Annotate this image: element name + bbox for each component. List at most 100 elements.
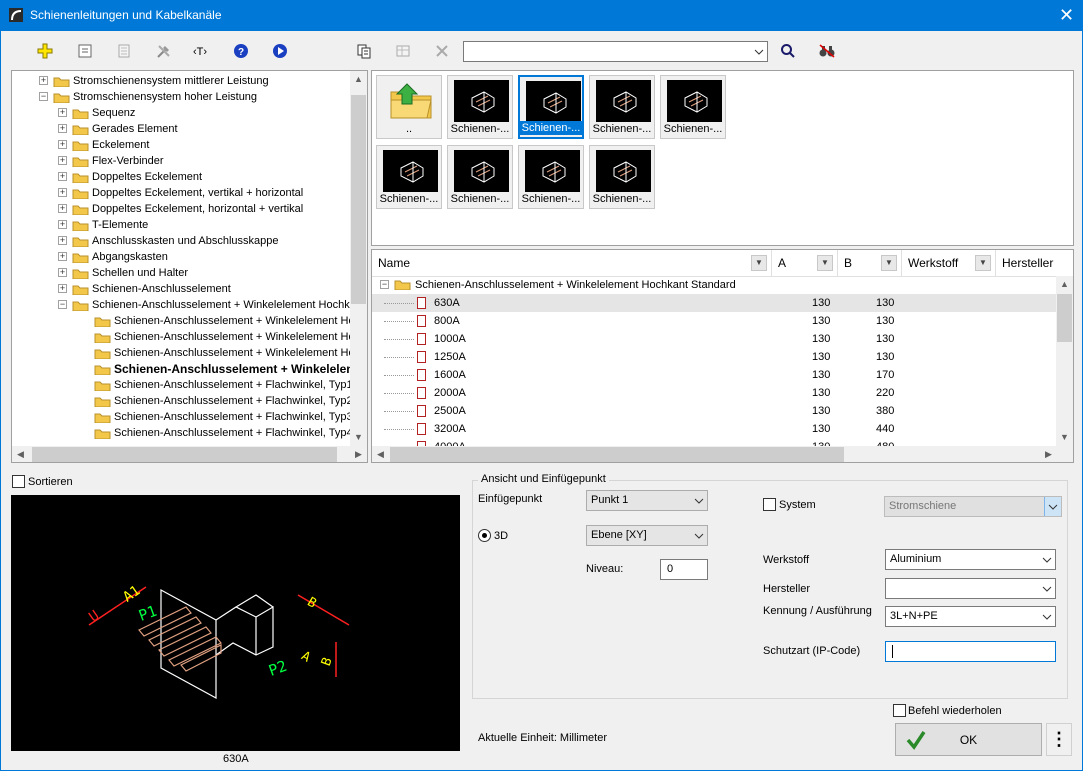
chevron-down-icon[interactable] [690,491,707,510]
chevron-down-icon[interactable] [1038,550,1055,569]
tree-item[interactable]: + Doppeltes Eckelement, vertikal + horizo… [12,185,350,201]
tree-item[interactable]: + Schienen-Anschlusselement [12,281,350,297]
tree-scroll-thumb[interactable] [351,95,366,304]
column-header[interactable]: B ▼ [838,250,902,276]
tree-item[interactable]: + Doppeltes Eckelement [12,169,350,185]
grid-vertical-scrollbar[interactable]: ▲ ▼ [1056,276,1073,446]
tree-item[interactable]: Schienen-Anschlusselement + Winkelelen [12,361,354,377]
tree-item[interactable]: − Stromschienensystem hoher Leistung [12,89,350,105]
table-row[interactable]: 1250A 130 130 [372,348,1058,366]
thumbnail-item[interactable]: Schienen-... [518,145,584,209]
tree-item[interactable]: Schienen-Anschlusselement + Flachwinkel,… [12,425,353,441]
table-icon[interactable] [391,40,415,62]
expand-icon[interactable]: + [58,204,67,213]
collapse-icon[interactable]: − [58,300,67,309]
scroll-right-icon[interactable]: ▶ [350,446,367,462]
variant-grid[interactable]: Name ▼ A ▼ B ▼ Werkstoff ▼ Hersteller − Schienen… [371,249,1074,463]
add-icon[interactable] [33,40,57,62]
repeat-checkbox[interactable] [893,704,906,717]
table-row[interactable]: 3200A 130 440 [372,420,1058,438]
grid-hscroll-thumb[interactable] [390,447,844,462]
help-icon[interactable]: ? [229,40,253,62]
insert-point-select[interactable]: Punkt 1 [586,490,708,511]
table-row[interactable]: 2500A 130 380 [372,402,1058,420]
column-header[interactable]: Name ▼ [372,250,772,276]
tree-item[interactable]: Schienen-Anschlusselement + Flachwinkel,… [12,409,353,425]
expand-icon[interactable]: + [58,220,67,229]
column-filter-icon[interactable]: ▼ [751,255,767,271]
text-tag-icon[interactable]: ‹T› [190,40,214,62]
chevron-down-icon[interactable] [750,42,767,61]
expand-icon[interactable]: + [58,124,67,133]
werkstoff-select[interactable]: Aluminium [885,549,1056,570]
ok-button[interactable]: OK [895,723,1042,756]
more-options-button[interactable]: ⋮ [1046,723,1072,756]
scroll-left-icon[interactable]: ◀ [12,446,29,462]
thumbnail-item[interactable]: Schienen-... [447,75,513,139]
tree-item[interactable]: + Schellen und Halter [12,265,350,281]
thumbnail-item[interactable]: Schienen-... [447,145,513,209]
thumbnail-item[interactable]: Schienen-... [518,75,584,139]
copy-icon[interactable] [352,40,376,62]
tree-item[interactable]: Schienen-Anschlusselement + Winkelelemen… [12,345,360,361]
close-button[interactable]: ✕ [1050,2,1083,30]
play-icon[interactable] [268,40,292,62]
table-row[interactable]: 630A 130 130 [372,294,1058,312]
grid-horizontal-scrollbar[interactable]: ◀ ▶ [372,446,1073,462]
tree-item[interactable]: + Stromschienensystem mittlerer Leistung [12,73,350,89]
thumbnail-item[interactable]: Schienen-... [376,145,442,209]
sort-checkbox[interactable] [12,475,25,488]
schutzart-input[interactable] [885,641,1056,662]
tree-item[interactable]: + Eckelement [12,137,350,153]
expand-icon[interactable]: + [39,76,48,85]
tree-item[interactable]: + Sequenz [12,105,350,121]
table-row[interactable]: 800A 130 130 [372,312,1058,330]
tree-item[interactable]: + Anschlusskasten und Abschlusskappe [12,233,350,249]
column-header[interactable]: A ▼ [772,250,838,276]
tools-icon[interactable] [152,40,176,62]
view-3d-radio[interactable] [478,529,491,542]
expand-icon[interactable]: + [58,156,67,165]
expand-icon[interactable]: + [58,172,67,181]
tree-item[interactable]: + Doppeltes Eckelement, horizontal + vert… [12,201,350,217]
expand-icon[interactable]: + [58,236,67,245]
niveau-input[interactable]: 0 [660,559,708,580]
plane-select[interactable]: Ebene [XY] [586,525,708,546]
expand-icon[interactable]: + [58,268,67,277]
tree-hscroll-thumb[interactable] [32,447,337,462]
grid-scroll-left-icon[interactable]: ◀ [372,446,389,462]
tree-item[interactable]: + Gerades Element [12,121,350,137]
system-checkbox[interactable] [763,498,776,511]
table-row[interactable]: 1600A 130 170 [372,366,1058,384]
tree-item[interactable]: Schienen-Anschlusselement + Flachwinkel,… [12,377,353,393]
binoculars-icon[interactable] [815,40,839,62]
column-filter-icon[interactable]: ▼ [975,255,991,271]
delete-icon[interactable] [430,40,454,62]
tree-item[interactable]: + Flex-Verbinder [12,153,350,169]
hersteller-select[interactable] [885,578,1056,599]
column-filter-icon[interactable]: ▼ [881,255,897,271]
chevron-down-icon[interactable] [1038,607,1055,626]
tree-item[interactable]: − Schienen-Anschlusselement + Winkeleleme… [12,297,356,313]
document-icon[interactable] [112,40,136,62]
thumbnail-item[interactable]: Schienen-... [589,145,655,209]
chevron-down-icon[interactable] [1038,579,1055,598]
expand-icon[interactable]: + [58,284,67,293]
kennung-select[interactable]: 3L+N+PE [885,606,1056,627]
category-tree[interactable]: + Stromschienensystem mittlerer Leistung −… [11,70,368,463]
search-icon[interactable] [776,40,800,62]
expand-icon[interactable]: + [58,252,67,261]
collapse-icon[interactable]: − [39,92,48,101]
tree-item[interactable]: Schienen-Anschlusselement + Winkelelemen… [12,313,366,329]
thumbnail-item[interactable]: Schienen-... [589,75,655,139]
collapse-icon[interactable]: − [380,280,389,289]
column-header[interactable]: Hersteller [996,250,1073,276]
thumbnail-item[interactable]: Schienen-... [660,75,726,139]
expand-icon[interactable]: + [58,140,67,149]
grid-group-row[interactable]: − Schienen-Anschlusselement + Winkelelem… [372,276,1058,294]
grid-scroll-down-icon[interactable]: ▼ [1056,429,1073,446]
scroll-up-icon[interactable]: ▲ [350,71,367,88]
thumbnail-item[interactable]: .. [376,75,442,139]
expand-icon[interactable]: + [58,108,67,117]
tree-vertical-scrollbar[interactable]: ▲ ▼ [350,71,367,446]
